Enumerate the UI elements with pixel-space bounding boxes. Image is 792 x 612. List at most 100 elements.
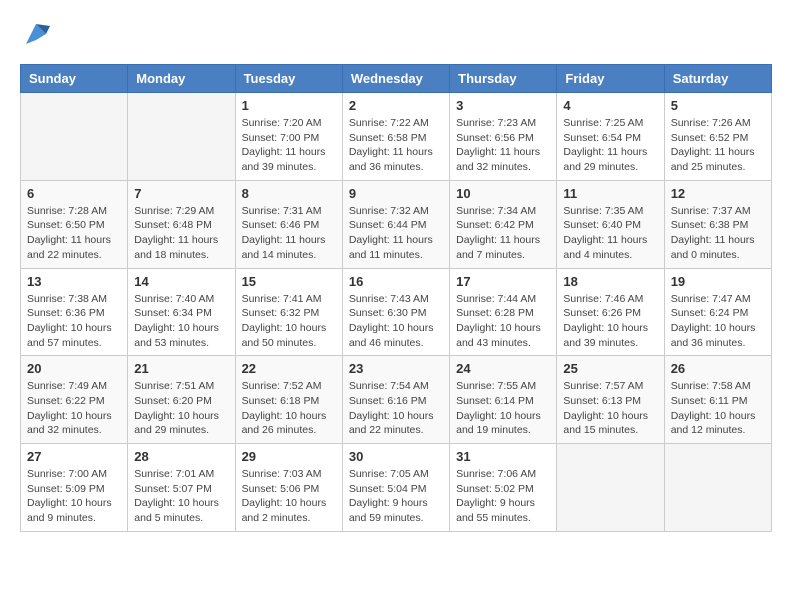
week-row: 6Sunrise: 7:28 AM Sunset: 6:50 PM Daylig…: [21, 180, 772, 268]
header-row: SundayMondayTuesdayWednesdayThursdayFrid…: [21, 65, 772, 93]
day-cell: 6Sunrise: 7:28 AM Sunset: 6:50 PM Daylig…: [21, 180, 128, 268]
day-number: 2: [349, 98, 443, 113]
day-cell: 12 Sunrise: 7:37 AM Sunset: 6:38 PM Dayli…: [664, 180, 771, 268]
day-cell: 20 Sunrise: 7:49 AM Sunset: 6:22 PM Dayli…: [21, 356, 128, 444]
day-cell: 23Sunrise: 7:54 AM Sunset: 6:16 PM Dayli…: [342, 356, 449, 444]
column-header-thursday: Thursday: [450, 65, 557, 93]
day-info: Sunrise: 7:05 AM Sunset: 5:04 PM Dayligh…: [349, 467, 443, 526]
day-cell: 7 Sunrise: 7:29 AM Sunset: 6:48 PM Daylig…: [128, 180, 235, 268]
day-cell: 16 Sunrise: 7:43 AM Sunset: 6:30 PM Dayli…: [342, 268, 449, 356]
day-cell: 9 Sunrise: 7:32 AM Sunset: 6:44 PM Daylig…: [342, 180, 449, 268]
day-cell: 21 Sunrise: 7:51 AM Sunset: 6:20 PM Dayli…: [128, 356, 235, 444]
day-number: 19: [671, 274, 765, 289]
day-number: 31: [456, 449, 550, 464]
day-number: 10: [456, 186, 550, 201]
day-info: Sunrise: 7:55 AM Sunset: 6:14 PM Dayligh…: [456, 379, 550, 438]
day-number: 6: [27, 186, 121, 201]
day-info: Sunrise: 7:32 AM Sunset: 6:44 PM Dayligh…: [349, 204, 443, 263]
day-cell: [128, 93, 235, 181]
day-cell: [557, 444, 664, 532]
day-number: 26: [671, 361, 765, 376]
day-info: Sunrise: 7:25 AM Sunset: 6:54 PM Dayligh…: [563, 116, 657, 175]
day-info: Sunrise: 7:37 AM Sunset: 6:38 PM Dayligh…: [671, 204, 765, 263]
day-info: Sunrise: 7:40 AM Sunset: 6:34 PM Dayligh…: [134, 292, 228, 351]
day-cell: 22 Sunrise: 7:52 AM Sunset: 6:18 PM Dayli…: [235, 356, 342, 444]
day-info: Sunrise: 7:43 AM Sunset: 6:30 PM Dayligh…: [349, 292, 443, 351]
day-number: 7: [134, 186, 228, 201]
day-number: 28: [134, 449, 228, 464]
day-cell: 13 Sunrise: 7:38 AM Sunset: 6:36 PM Dayli…: [21, 268, 128, 356]
day-number: 12: [671, 186, 765, 201]
day-info: Sunrise: 7:34 AM Sunset: 6:42 PM Dayligh…: [456, 204, 550, 263]
day-cell: 29 Sunrise: 7:03 AM Sunset: 5:06 PM Dayli…: [235, 444, 342, 532]
column-header-saturday: Saturday: [664, 65, 771, 93]
column-header-friday: Friday: [557, 65, 664, 93]
week-row: 27 Sunrise: 7:00 AM Sunset: 5:09 PM Dayli…: [21, 444, 772, 532]
day-info: Sunrise: 7:22 AM Sunset: 6:58 PM Dayligh…: [349, 116, 443, 175]
day-info: Sunrise: 7:31 AM Sunset: 6:46 PM Dayligh…: [242, 204, 336, 263]
day-number: 1: [242, 98, 336, 113]
day-cell: [664, 444, 771, 532]
day-number: 21: [134, 361, 228, 376]
day-cell: 10 Sunrise: 7:34 AM Sunset: 6:42 PM Dayli…: [450, 180, 557, 268]
day-number: 22: [242, 361, 336, 376]
day-cell: 17 Sunrise: 7:44 AM Sunset: 6:28 PM Dayli…: [450, 268, 557, 356]
day-cell: [21, 93, 128, 181]
day-cell: 18Sunrise: 7:46 AM Sunset: 6:26 PM Dayli…: [557, 268, 664, 356]
day-cell: 14 Sunrise: 7:40 AM Sunset: 6:34 PM Dayli…: [128, 268, 235, 356]
week-row: 1 Sunrise: 7:20 AM Sunset: 7:00 PM Daylig…: [21, 93, 772, 181]
day-info: Sunrise: 7:01 AM Sunset: 5:07 PM Dayligh…: [134, 467, 228, 526]
day-number: 8: [242, 186, 336, 201]
day-number: 17: [456, 274, 550, 289]
week-row: 20 Sunrise: 7:49 AM Sunset: 6:22 PM Dayli…: [21, 356, 772, 444]
day-cell: 31 Sunrise: 7:06 AM Sunset: 5:02 PM Dayli…: [450, 444, 557, 532]
column-header-wednesday: Wednesday: [342, 65, 449, 93]
day-info: Sunrise: 7:58 AM Sunset: 6:11 PM Dayligh…: [671, 379, 765, 438]
day-info: Sunrise: 7:20 AM Sunset: 7:00 PM Dayligh…: [242, 116, 336, 175]
day-cell: 1 Sunrise: 7:20 AM Sunset: 7:00 PM Daylig…: [235, 93, 342, 181]
day-info: Sunrise: 7:52 AM Sunset: 6:18 PM Dayligh…: [242, 379, 336, 438]
day-info: Sunrise: 7:38 AM Sunset: 6:36 PM Dayligh…: [27, 292, 121, 351]
calendar-body: 1 Sunrise: 7:20 AM Sunset: 7:00 PM Daylig…: [21, 93, 772, 532]
day-info: Sunrise: 7:23 AM Sunset: 6:56 PM Dayligh…: [456, 116, 550, 175]
day-info: Sunrise: 7:00 AM Sunset: 5:09 PM Dayligh…: [27, 467, 121, 526]
day-cell: 19 Sunrise: 7:47 AM Sunset: 6:24 PM Dayli…: [664, 268, 771, 356]
day-number: 16: [349, 274, 443, 289]
day-info: Sunrise: 7:49 AM Sunset: 6:22 PM Dayligh…: [27, 379, 121, 438]
day-cell: 30Sunrise: 7:05 AM Sunset: 5:04 PM Dayli…: [342, 444, 449, 532]
day-info: Sunrise: 7:35 AM Sunset: 6:40 PM Dayligh…: [563, 204, 657, 263]
day-number: 23: [349, 361, 443, 376]
day-number: 9: [349, 186, 443, 201]
day-info: Sunrise: 7:06 AM Sunset: 5:02 PM Dayligh…: [456, 467, 550, 526]
day-number: 15: [242, 274, 336, 289]
week-row: 13 Sunrise: 7:38 AM Sunset: 6:36 PM Dayli…: [21, 268, 772, 356]
day-info: Sunrise: 7:47 AM Sunset: 6:24 PM Dayligh…: [671, 292, 765, 351]
day-number: 13: [27, 274, 121, 289]
day-number: 27: [27, 449, 121, 464]
calendar-header: SundayMondayTuesdayWednesdayThursdayFrid…: [21, 65, 772, 93]
day-info: Sunrise: 7:57 AM Sunset: 6:13 PM Dayligh…: [563, 379, 657, 438]
page-header: [20, 20, 772, 48]
day-info: Sunrise: 7:51 AM Sunset: 6:20 PM Dayligh…: [134, 379, 228, 438]
day-cell: 28 Sunrise: 7:01 AM Sunset: 5:07 PM Dayli…: [128, 444, 235, 532]
day-number: 24: [456, 361, 550, 376]
column-header-sunday: Sunday: [21, 65, 128, 93]
calendar-table: SundayMondayTuesdayWednesdayThursdayFrid…: [20, 64, 772, 532]
logo-icon: [22, 20, 50, 48]
day-cell: 5Sunrise: 7:26 AM Sunset: 6:52 PM Daylig…: [664, 93, 771, 181]
day-info: Sunrise: 7:41 AM Sunset: 6:32 PM Dayligh…: [242, 292, 336, 351]
day-number: 29: [242, 449, 336, 464]
day-cell: 24 Sunrise: 7:55 AM Sunset: 6:14 PM Dayli…: [450, 356, 557, 444]
day-number: 4: [563, 98, 657, 113]
day-cell: 3 Sunrise: 7:23 AM Sunset: 6:56 PM Daylig…: [450, 93, 557, 181]
day-number: 20: [27, 361, 121, 376]
day-cell: 4 Sunrise: 7:25 AM Sunset: 6:54 PM Daylig…: [557, 93, 664, 181]
day-number: 14: [134, 274, 228, 289]
day-cell: 26 Sunrise: 7:58 AM Sunset: 6:11 PM Dayli…: [664, 356, 771, 444]
day-cell: 8 Sunrise: 7:31 AM Sunset: 6:46 PM Daylig…: [235, 180, 342, 268]
day-info: Sunrise: 7:29 AM Sunset: 6:48 PM Dayligh…: [134, 204, 228, 263]
day-info: Sunrise: 7:44 AM Sunset: 6:28 PM Dayligh…: [456, 292, 550, 351]
day-info: Sunrise: 7:03 AM Sunset: 5:06 PM Dayligh…: [242, 467, 336, 526]
day-number: 11: [563, 186, 657, 201]
day-number: 3: [456, 98, 550, 113]
